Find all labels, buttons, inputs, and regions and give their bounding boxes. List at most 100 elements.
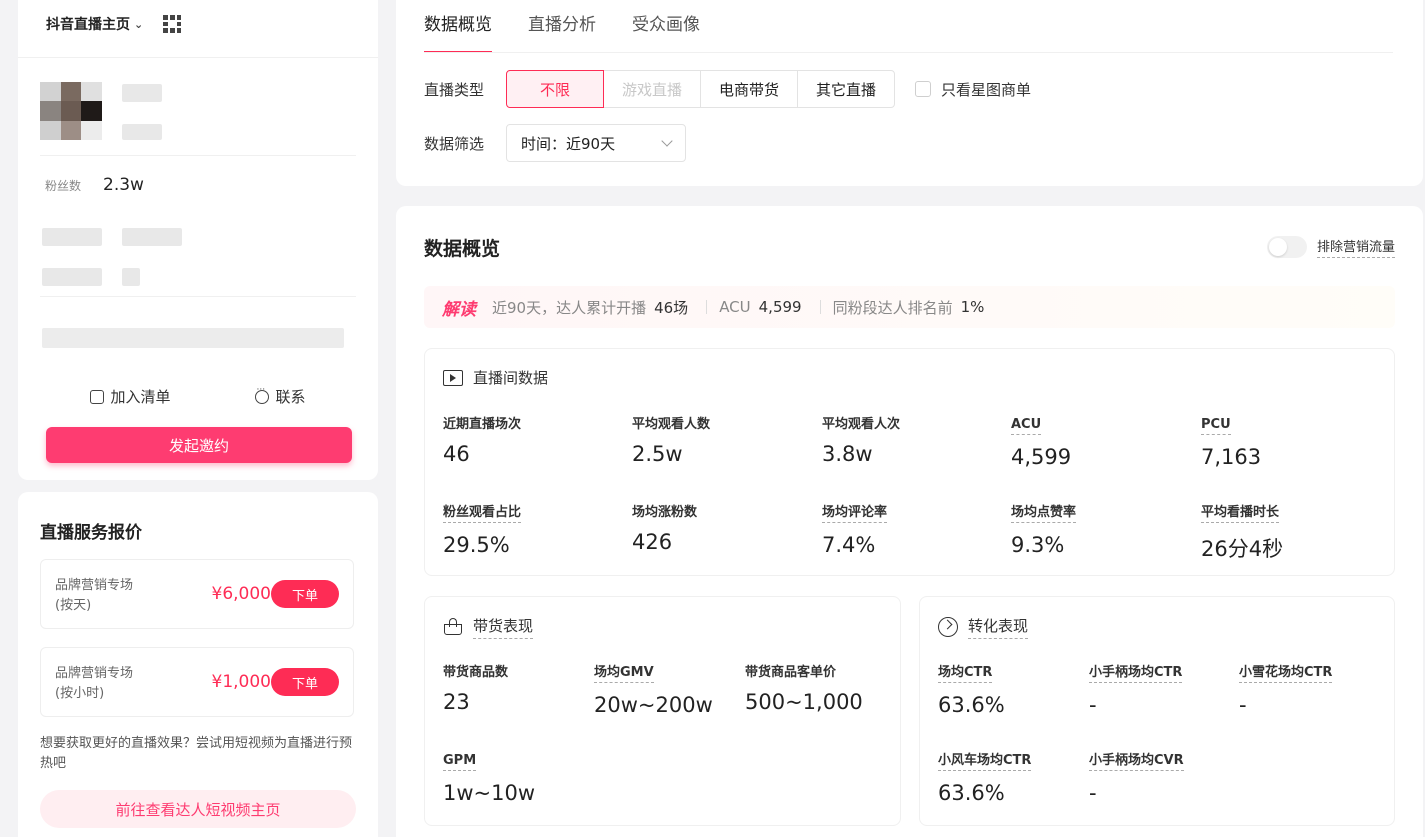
- insight-text: 近90天，达人累计开播: [492, 298, 647, 317]
- metric-unit-price: 带货商品客单价 500~1,000: [745, 661, 895, 714]
- contact-label: 联系: [275, 388, 306, 406]
- blurred-stat-value: [122, 268, 140, 286]
- metric-acu: ACU 4,599: [1011, 413, 1191, 469]
- exclude-marketing-label: 排除营销流量: [1316, 236, 1395, 258]
- profile-header: 抖音直播主页 ⌄: [46, 14, 182, 34]
- insight-value: 46场: [654, 298, 689, 317]
- insight-text: ACU: [719, 298, 751, 316]
- price-item-name-line2: (按小时): [55, 686, 105, 701]
- douyin-home-dropdown[interactable]: 抖音直播主页 ⌄: [46, 14, 143, 34]
- profile-actions: 加入清单 联系: [18, 385, 378, 407]
- conversion-panel-header: 转化表现: [938, 615, 1029, 639]
- price-item-name: 品牌营销专场 (按小时): [55, 664, 133, 704]
- metric-snowflake-ctr: 小雪花场均CTR -: [1239, 661, 1389, 717]
- metric-label: ACU: [1011, 417, 1042, 435]
- metric-label: 小手柄场均CTR: [1089, 661, 1183, 683]
- overview-card: 数据概览 排除营销流量 解读 近90天，达人累计开播 46场 ACU 4,599…: [396, 206, 1423, 837]
- qr-code-icon[interactable]: [163, 15, 182, 33]
- tabs-divider: [424, 52, 1393, 53]
- metric-handle-cvr: 小手柄场均CVR -: [1089, 749, 1229, 805]
- metric-value: -: [1089, 781, 1097, 805]
- list-icon: [90, 389, 105, 404]
- metric-label: 平均观看人数: [632, 417, 711, 432]
- invite-button[interactable]: 发起邀约: [46, 427, 352, 463]
- conversion-title: 转化表现: [968, 615, 1029, 639]
- live-type-option-ecommerce[interactable]: 电商带货: [700, 70, 798, 108]
- metric-value: 500~1,000: [745, 690, 863, 714]
- metric-label: GPM: [443, 753, 477, 771]
- chat-icon: [255, 385, 270, 404]
- metric-gpm: GPM 1w~10w: [443, 749, 583, 805]
- metric-avg-views: 平均观看人次 3.8w: [822, 413, 1002, 466]
- metric-label: 场均点赞率: [1011, 501, 1077, 523]
- price-item-name: 品牌营销专场 (按天): [55, 576, 133, 616]
- divider: [18, 57, 378, 58]
- tab-live-analysis[interactable]: 直播分析: [528, 10, 596, 53]
- metric-label: 场均评论率: [822, 501, 888, 523]
- live-type-label: 直播类型: [424, 80, 485, 99]
- metric-value: 2.5w: [632, 442, 683, 466]
- metric-label: 近期直播场次: [443, 417, 522, 432]
- metric-avg-viewers: 平均观看人数 2.5w: [632, 413, 812, 466]
- contact-button[interactable]: 联系: [255, 385, 306, 407]
- blurred-stat-label: [42, 268, 102, 286]
- live-video-icon: [443, 369, 463, 386]
- blurred-stat-label: [42, 228, 102, 246]
- metric-pcu: PCU 7,163: [1201, 413, 1381, 469]
- divider: [40, 155, 356, 156]
- metric-value: 3.8w: [822, 442, 873, 466]
- metric-value: 20w~200w: [594, 693, 713, 717]
- price-item: 品牌营销专场 (按小时) ¥1,000 下单: [40, 647, 354, 717]
- live-type-option-other[interactable]: 其它直播: [797, 70, 895, 108]
- checkbox-box[interactable]: [915, 81, 931, 97]
- price-item-name-line1: 品牌营销专场: [55, 578, 134, 593]
- exclude-marketing-toggle[interactable]: [1266, 236, 1307, 258]
- blurred-nickname: [122, 84, 162, 102]
- insight-tag: 解读: [442, 299, 476, 320]
- add-to-list-button[interactable]: 加入清单: [90, 386, 171, 407]
- pricing-card: 直播服务报价 品牌营销专场 (按天) ¥6,000 下单 品牌营销专场 (按小时…: [18, 492, 378, 837]
- metric-avg-ctr: 场均CTR 63.6%: [938, 661, 1078, 717]
- conversion-icon: [938, 617, 958, 637]
- metric-recent-sessions: 近期直播场次 46: [443, 413, 623, 466]
- metric-label: 小风车场均CTR: [938, 749, 1032, 771]
- metric-value: 426: [632, 530, 673, 554]
- add-to-list-label: 加入清单: [110, 388, 171, 406]
- douyin-home-label: 抖音直播主页: [46, 17, 130, 33]
- fans-count: 粉丝数 2.3w: [45, 175, 144, 195]
- order-button[interactable]: 下单: [271, 668, 339, 696]
- separator: [819, 300, 821, 314]
- metric-avg-fan-growth: 场均涨粉数 426: [632, 501, 812, 554]
- metric-comment-rate: 场均评论率 7.4%: [822, 501, 1002, 557]
- tab-audience-profile[interactable]: 受众画像: [632, 10, 700, 53]
- live-type-filter: 直播类型 不限 游戏直播 电商带货 其它直播 只看星图商单: [424, 70, 1031, 108]
- metric-label: 带货商品数: [443, 665, 509, 680]
- time-range-select[interactable]: 时间：近90天: [506, 124, 686, 162]
- metric-value: 26分4秒: [1201, 537, 1284, 561]
- insight-value: 4,599: [758, 298, 802, 316]
- conversion-panel: 转化表现 场均CTR 63.6% 小手柄场均CTR - 小雪花场均CTR - 小…: [919, 596, 1395, 826]
- insight-text: 同粉段达人排名前: [832, 298, 953, 317]
- metric-windmill-ctr: 小风车场均CTR 63.6%: [938, 749, 1078, 805]
- live-type-option-all[interactable]: 不限: [506, 70, 604, 108]
- metric-avg-watch-time: 平均看播时长 26分4秒: [1201, 501, 1381, 563]
- metric-label: 平均看播时长: [1201, 501, 1280, 523]
- metric-label: 小手柄场均CVR: [1089, 749, 1184, 771]
- live-type-segmented: 不限 游戏直播 电商带货 其它直播: [506, 70, 895, 108]
- tab-data-overview[interactable]: 数据概览: [424, 10, 492, 53]
- price-item-price: ¥1,000: [211, 672, 271, 692]
- metric-value: -: [1089, 693, 1097, 717]
- exclude-marketing-toggle-group: 排除营销流量: [1266, 236, 1395, 258]
- star-orders-checkbox[interactable]: 只看星图商单: [915, 79, 1031, 100]
- order-button[interactable]: 下单: [271, 580, 339, 608]
- metric-value: 46: [443, 442, 470, 466]
- metric-value: 63.6%: [938, 781, 1005, 805]
- main-tabs: 数据概览 直播分析 受众画像: [424, 10, 700, 53]
- insight-bar: 解读 近90天，达人累计开播 46场 ACU 4,599 同粉段达人排名前 1%: [424, 286, 1395, 328]
- goto-short-video-button[interactable]: 前往查看达人短视频主页: [40, 790, 356, 828]
- blurred-stat-value: [122, 228, 182, 246]
- metric-value: 7.4%: [822, 533, 876, 557]
- metric-value: 1w~10w: [443, 781, 536, 805]
- avatar: [40, 82, 102, 140]
- live-room-panel: 直播间数据 近期直播场次 46 平均观看人数 2.5w 平均观看人次 3.8w …: [424, 348, 1395, 576]
